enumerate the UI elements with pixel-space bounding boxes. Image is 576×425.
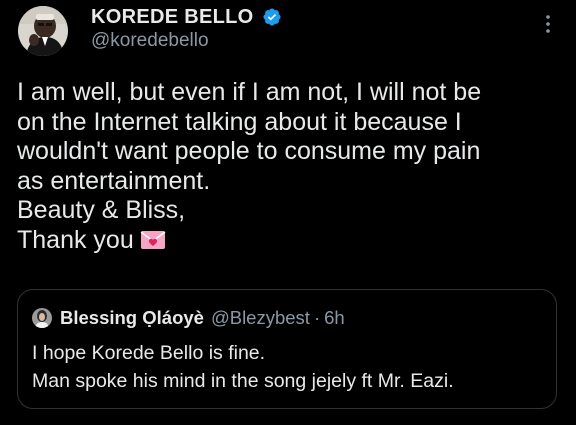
quoted-author-name[interactable]: Blessing Ọláoyè <box>60 307 204 329</box>
quoted-author-handle[interactable]: @Blezybest <box>211 307 310 329</box>
author-handle[interactable]: @koredebello <box>91 30 209 52</box>
verified-badge-icon <box>262 7 282 27</box>
quoted-timestamp[interactable]: 6h <box>324 307 345 329</box>
tweet-line: Thank you <box>17 225 134 254</box>
author-name-row: KOREDE BELLO <box>91 5 282 29</box>
quoted-tweet-line: I hope Korede Bello is fine. <box>32 342 266 364</box>
quoted-tweet-line: Man spoke his mind in the song jejely ft… <box>32 370 454 392</box>
quoted-meta-separator: · <box>313 307 321 328</box>
quoted-tweet-header: Blessing Ọláoyè @Blezybest · 6h <box>32 306 345 330</box>
tweet-line-last: Thank you <box>17 226 567 256</box>
tweet-line: as entertainment. <box>17 166 211 195</box>
more-vertical-icon[interactable] <box>538 12 558 36</box>
quoted-tweet-text: I hope Korede Bello is fine. Man spoke h… <box>32 339 454 395</box>
tweet-line: I am well, but even if I am not, I will … <box>17 78 482 106</box>
tweet-line: on the Internet talking about it because… <box>17 107 462 136</box>
tweet-line: wouldn't want people to consume my pain <box>17 137 481 165</box>
author-display-name[interactable]: KOREDE BELLO <box>91 6 254 29</box>
tweet-line: Beauty & Bliss, <box>17 196 186 224</box>
tweet-text: I am well, but even if I am not, I will … <box>17 78 567 255</box>
tweet[interactable]: KOREDE BELLO @koredebello I am well, but… <box>0 0 576 425</box>
quoted-author-avatar[interactable] <box>32 308 52 328</box>
quoted-tweet-card[interactable]: Blessing Ọláoyè @Blezybest · 6h I hope K… <box>17 289 557 409</box>
avatar-photo <box>18 6 68 56</box>
love-letter-emoji-icon <box>140 229 166 251</box>
author-avatar[interactable] <box>18 6 68 56</box>
